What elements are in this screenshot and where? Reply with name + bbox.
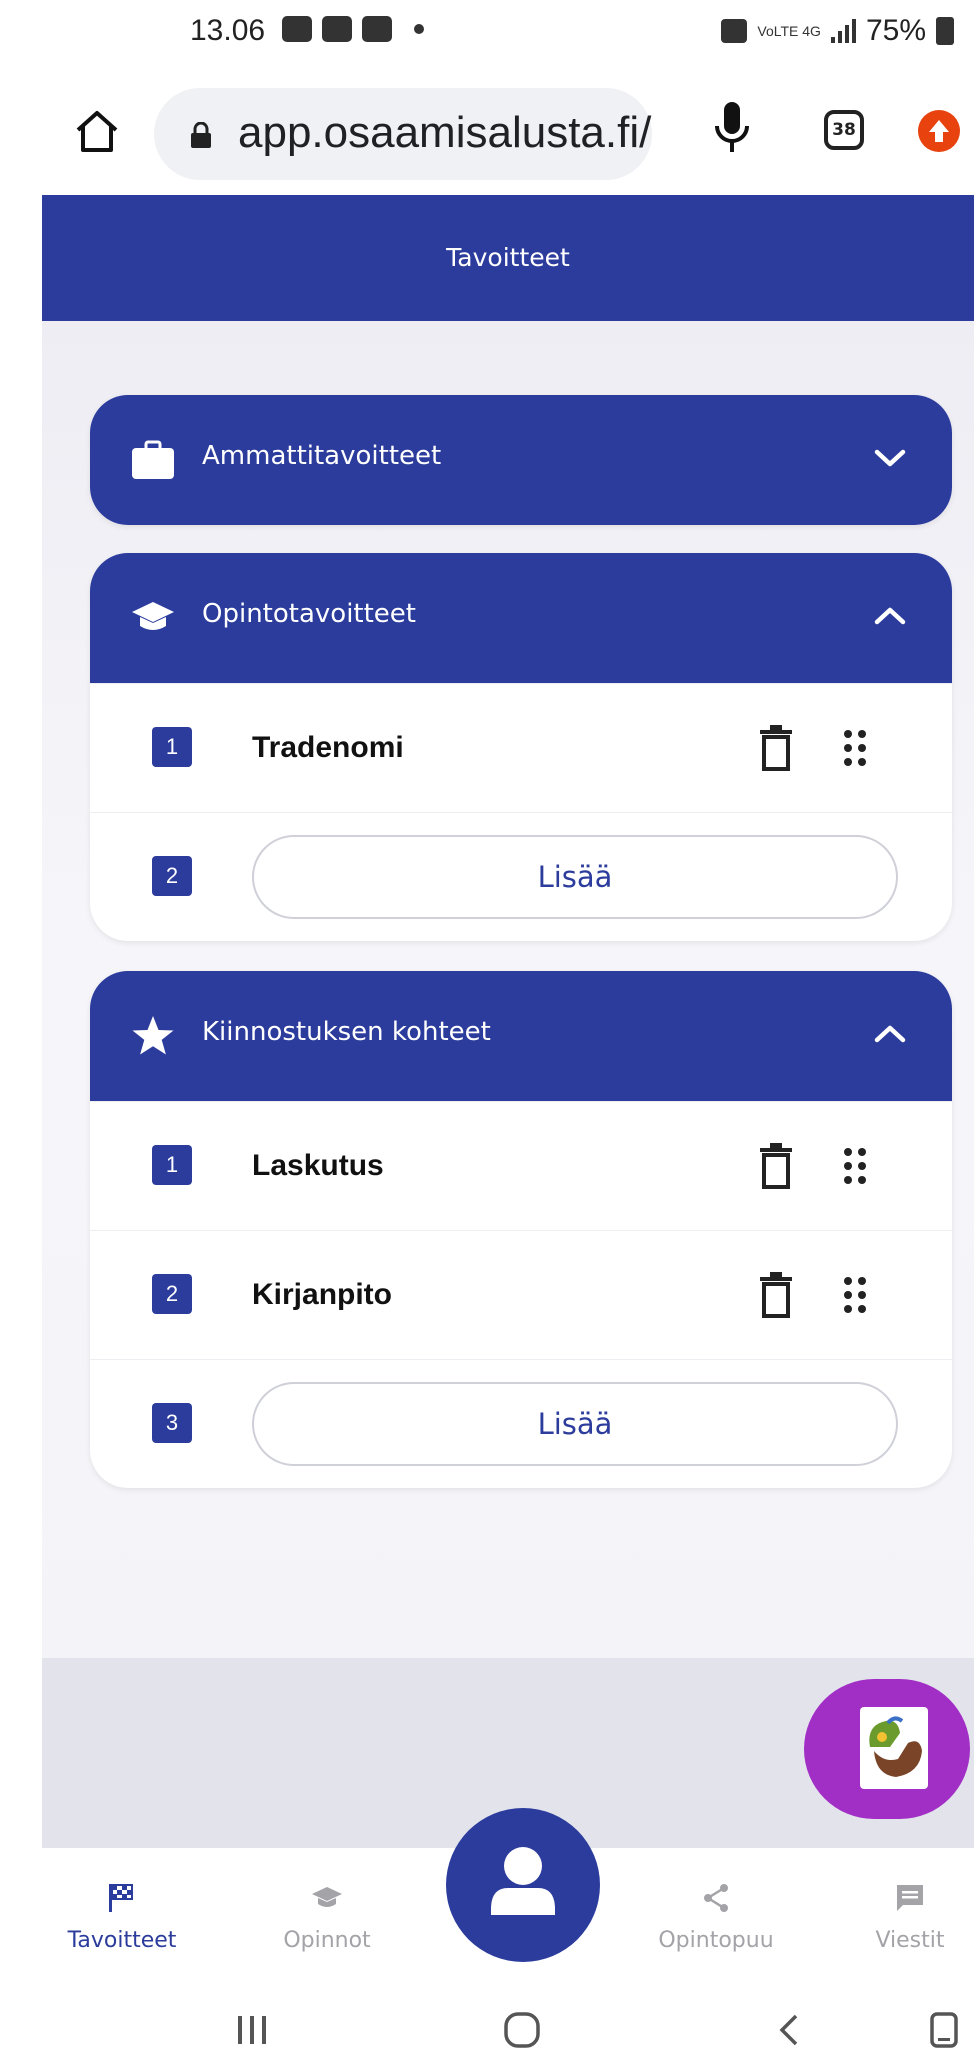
notification-icons [282, 16, 424, 42]
battery-level: 75% [865, 14, 926, 47]
system-navigation-bar [0, 1992, 974, 2066]
star-icon [132, 1016, 174, 1055]
nav-opinnot[interactable]: Opinnot [262, 1848, 392, 1992]
section-header[interactable]: Opintotavoitteet [90, 553, 952, 683]
section-opintotavoitteet: Opintotavoitteet 1 Tradenomi 2 Lisää [90, 553, 952, 941]
section-title: Opintotavoitteet [202, 599, 416, 629]
nav-label: Tavoitteet [67, 1928, 177, 1953]
add-button[interactable]: Lisää [252, 835, 898, 919]
section-header[interactable]: Ammattitavoitteet [90, 395, 952, 525]
tabs-count-button[interactable]: 38 [824, 110, 864, 150]
list-item: 1 Laskutus [90, 1101, 952, 1230]
status-bar: 13.06 VoLTE 4G 75% [0, 0, 974, 70]
rotate-icon[interactable] [924, 2010, 964, 2050]
profile-button[interactable] [446, 1808, 600, 1962]
item-number-badge: 1 [152, 727, 192, 767]
user-icon [491, 1847, 555, 1915]
section-ammattitavoitteet: Ammattitavoitteet [90, 395, 952, 525]
trash-icon[interactable] [760, 1272, 792, 1318]
lock-status-icon [721, 19, 748, 43]
item-number-badge: 2 [152, 856, 192, 896]
section-kiinnostuksen-kohteet: Kiinnostuksen kohteet 1 Laskutus 2 Kirja… [90, 971, 952, 1488]
add-item-row: 2 Lisää [90, 812, 952, 941]
trash-icon[interactable] [760, 1143, 792, 1189]
drag-handle-icon[interactable] [842, 728, 868, 768]
microphone-icon[interactable] [712, 100, 752, 156]
add-item-row: 3 Lisää [90, 1359, 952, 1488]
nav-label: Opinnot [283, 1928, 371, 1953]
page-title: Tavoitteet [42, 195, 974, 321]
drag-handle-icon[interactable] [842, 1275, 868, 1315]
notification-icon [282, 16, 312, 42]
section-title: Ammattitavoitteet [202, 441, 442, 471]
add-button[interactable]: Lisää [252, 1382, 898, 1466]
nav-tavoitteet[interactable]: Tavoitteet [58, 1848, 186, 1992]
chevron-up-icon[interactable] [872, 601, 908, 631]
network-type: VoLTE 4G [757, 23, 821, 39]
youtube-icon [362, 16, 392, 42]
item-number-badge: 1 [152, 1145, 192, 1185]
update-icon[interactable] [918, 110, 960, 152]
home-icon[interactable] [72, 106, 122, 156]
app-frame: Tavoitteet Ammattitavoitteet Opintotavoi… [42, 195, 974, 1992]
home-system-icon[interactable] [502, 2010, 542, 2050]
lock-icon [191, 122, 211, 148]
url-text: app.osaamisalusta.fi/ [238, 108, 652, 157]
message-icon [897, 1885, 923, 1911]
notification-icon [322, 16, 352, 42]
status-right: VoLTE 4G 75% [721, 14, 954, 48]
recent-apps-icon[interactable] [232, 2010, 272, 2050]
section-header[interactable]: Kiinnostuksen kohteet [90, 971, 952, 1101]
item-text: Tradenomi [252, 731, 404, 764]
item-number-badge: 2 [152, 1274, 192, 1314]
nav-label: Opintopuu [658, 1928, 774, 1953]
section-title: Kiinnostuksen kohteet [202, 1017, 491, 1047]
address-bar[interactable]: app.osaamisalusta.fi/ [154, 88, 652, 180]
status-time: 13.06 [190, 14, 266, 47]
signal-icon [830, 19, 856, 43]
list-item: 2 Kirjanpito [90, 1230, 952, 1359]
assistant-avatar-button[interactable] [804, 1679, 970, 1819]
nav-opintopuu[interactable]: Opintopuu [642, 1848, 790, 1992]
list-item: 1 Tradenomi [90, 683, 952, 812]
more-notifications-dot [414, 24, 424, 34]
flag-icon [109, 1884, 133, 1912]
share-icon [704, 1884, 728, 1912]
item-text: Laskutus [252, 1149, 384, 1182]
nav-label: Viestit [875, 1928, 945, 1953]
browser-toolbar: app.osaamisalusta.fi/ 38 [0, 70, 974, 195]
item-text: Kirjanpito [252, 1278, 392, 1311]
nav-viestit[interactable]: Viestit [850, 1848, 970, 1992]
avatar-image [860, 1707, 928, 1789]
chevron-up-icon[interactable] [872, 1019, 908, 1049]
battery-icon [936, 17, 954, 45]
briefcase-icon [132, 440, 174, 479]
chevron-down-icon[interactable] [872, 443, 908, 473]
trash-icon[interactable] [760, 725, 792, 771]
back-icon[interactable] [770, 2010, 810, 2050]
drag-handle-icon[interactable] [842, 1146, 868, 1186]
graduation-cap-icon [132, 602, 174, 630]
item-number-badge: 3 [152, 1403, 192, 1443]
graduation-cap-icon [312, 1887, 342, 1907]
